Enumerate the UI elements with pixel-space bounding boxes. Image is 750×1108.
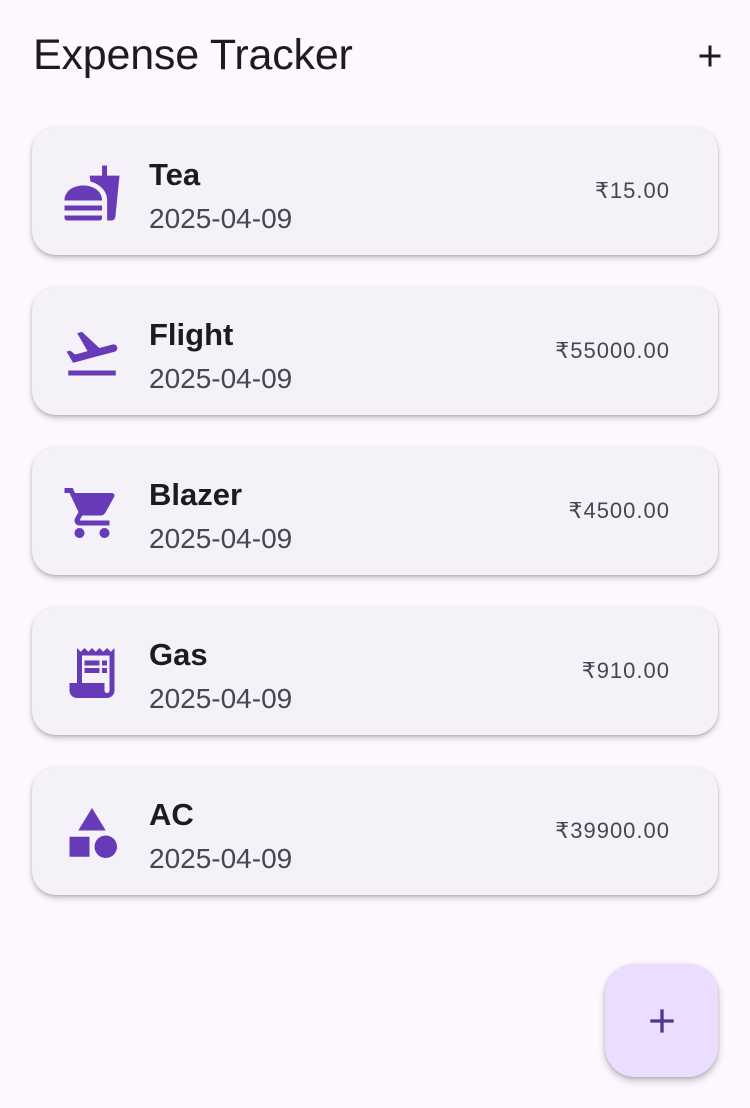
expense-amount: ₹39900.00 (555, 818, 670, 843)
category-icon (62, 803, 122, 863)
expense-card-ac[interactable]: AC 2025-04-09 ₹39900.00 (32, 767, 718, 895)
flight-takeoff-icon (62, 323, 122, 383)
receipt-icon (62, 643, 122, 703)
expense-date: 2025-04-09 (149, 363, 293, 394)
expense-amount: ₹4500.00 (568, 498, 670, 523)
expense-date: 2025-04-09 (149, 683, 293, 714)
expense-amount: ₹55000.00 (555, 338, 670, 363)
expense-card-tea[interactable]: Tea 2025-04-09 ₹15.00 (32, 127, 718, 255)
expense-title: Gas (149, 637, 208, 672)
expense-title: Tea (149, 157, 201, 192)
expense-amount: ₹910.00 (581, 658, 670, 683)
expense-card-blazer[interactable]: Blazer 2025-04-09 ₹4500.00 (32, 447, 718, 575)
expense-date: 2025-04-09 (149, 203, 293, 234)
add-icon (699, 45, 721, 67)
expense-list: Tea 2025-04-09 ₹15.00 Flight 2025-04-09 … (32, 127, 718, 927)
app-title: Expense Tracker (33, 31, 353, 79)
expense-title: AC (149, 797, 194, 832)
app-bar: Expense Tracker (0, 0, 750, 112)
expense-date: 2025-04-09 (149, 523, 293, 554)
add-icon (649, 1008, 674, 1033)
add-expense-action[interactable] (682, 28, 738, 84)
expense-title: Flight (149, 317, 234, 352)
expense-date: 2025-04-09 (149, 843, 293, 874)
expense-amount: ₹15.00 (594, 178, 670, 203)
expense-card-flight[interactable]: Flight 2025-04-09 ₹55000.00 (32, 287, 718, 415)
fastfood-icon (62, 163, 122, 223)
add-expense-fab[interactable] (605, 964, 718, 1077)
expense-title: Blazer (149, 477, 243, 512)
expense-card-gas[interactable]: Gas 2025-04-09 ₹910.00 (32, 607, 718, 735)
shopping-cart-icon (62, 483, 122, 543)
